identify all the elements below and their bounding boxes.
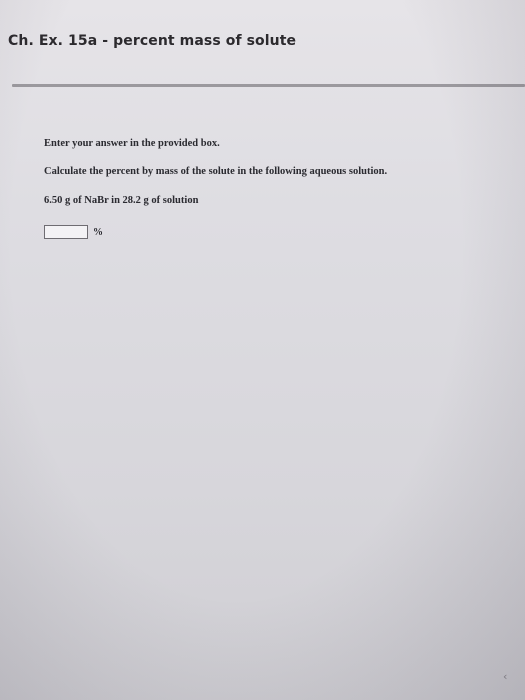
percent-unit-label: % — [93, 226, 103, 238]
question-text: Calculate the percent by mass of the sol… — [44, 166, 388, 177]
header: Ch. Ex. 15a - percent mass of solute — [0, 0, 525, 86]
answer-input[interactable] — [44, 225, 88, 240]
screen: Ch. Ex. 15a - percent mass of solute Ent… — [0, 0, 525, 700]
instruction-text: Enter your answer in the provided box. — [44, 138, 220, 149]
header-divider — [12, 84, 525, 87]
screen-vignette — [0, 0, 525, 700]
answer-row: % — [44, 223, 103, 240]
page-title: Ch. Ex. 15a - percent mass of solute — [8, 33, 297, 49]
given-data-text: 6.50 g of NaBr in 28.2 g of solution — [44, 195, 199, 206]
chevron-left-icon[interactable]: ‹ — [503, 670, 507, 683]
